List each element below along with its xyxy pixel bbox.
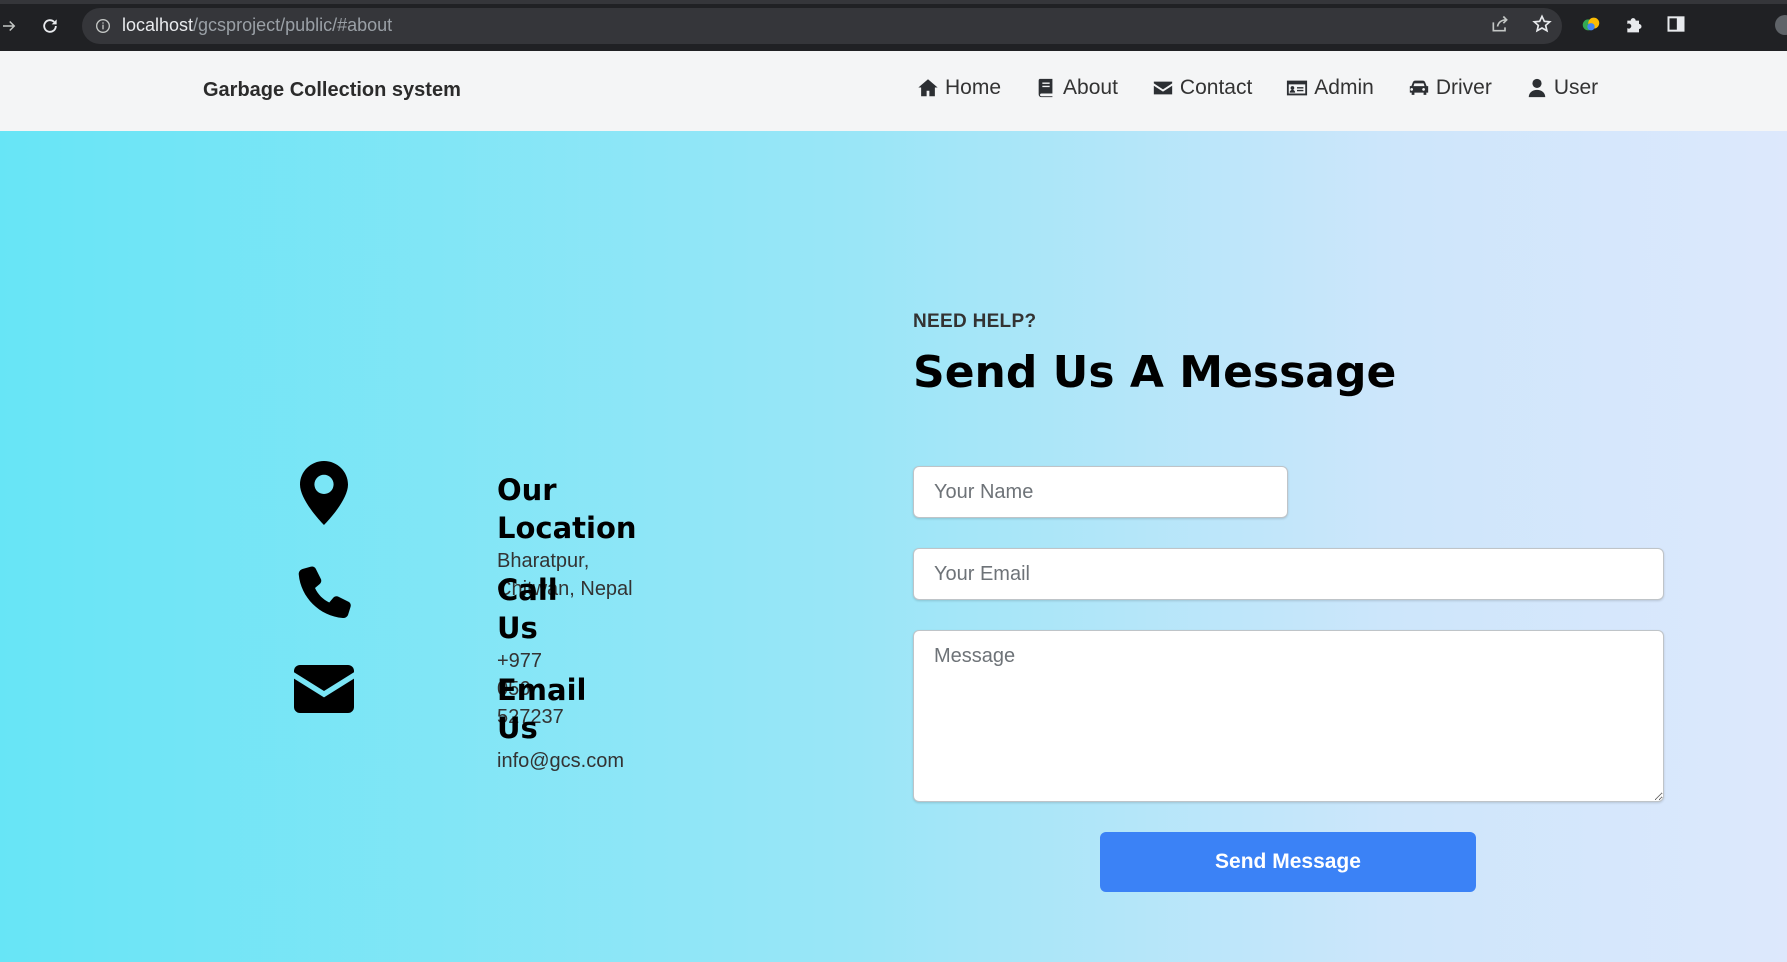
home-icon: [918, 79, 938, 97]
url-text[interactable]: localhost/gcsproject/public/#about: [122, 15, 392, 36]
side-panel-icon[interactable]: [1666, 14, 1686, 38]
nav-item-driver[interactable]: Driver: [1408, 76, 1492, 100]
contact-info-title: Email Us: [497, 673, 587, 745]
form-heading: Send Us A Message: [913, 347, 1397, 398]
bookmark-star-icon[interactable]: [1532, 13, 1552, 38]
tab-strip-edge: [0, 0, 1787, 4]
nav-item-user[interactable]: User: [1526, 76, 1598, 100]
url-host: localhost: [122, 15, 194, 35]
book-icon: [1038, 78, 1053, 98]
nav-item-label: Contact: [1179, 76, 1253, 99]
phone-icon: [298, 566, 351, 619]
nav-item-label: User: [1553, 76, 1599, 99]
site-navbar: Garbage Collection system Home About Con…: [0, 51, 1787, 131]
browser-toolbar: localhost/gcsproject/public/#about: [0, 0, 1787, 51]
profile-avatar[interactable]: [1775, 15, 1787, 35]
message-textarea[interactable]: [913, 630, 1664, 802]
id-card-icon: [1287, 80, 1308, 96]
nav-item-home[interactable]: Home: [917, 76, 1001, 100]
envelope-icon: [294, 665, 354, 713]
location-pin-icon: [300, 461, 348, 525]
brand-title[interactable]: Garbage Collection system: [203, 79, 461, 102]
back-arrow-icon[interactable]: [0, 8, 22, 44]
email-input[interactable]: [913, 548, 1664, 600]
url-path: /gcsproject/public/#about: [193, 15, 393, 35]
contact-info-title: Our Location: [497, 473, 637, 545]
contact-info-title: Call Us: [497, 573, 558, 645]
site-info-icon[interactable]: [94, 17, 112, 35]
extensions-puzzle-icon[interactable]: [1624, 14, 1644, 38]
extension-icon[interactable]: [1580, 13, 1602, 39]
car-icon: [1409, 80, 1428, 95]
address-bar[interactable]: localhost/gcsproject/public/#about: [82, 7, 1562, 44]
share-icon[interactable]: [1490, 14, 1510, 38]
nav-item-label: About: [1063, 76, 1118, 99]
form-eyebrow: NEED HELP?: [913, 311, 1037, 332]
reload-icon[interactable]: [32, 8, 68, 44]
nav-menu: Home About Contact Admin Driver User: [917, 76, 1598, 100]
contact-section: Our Location Bharatpur, Chitwan, Nepal C…: [0, 131, 1787, 962]
nav-item-label: Home: [945, 76, 1002, 99]
nav-item-label: Driver: [1435, 76, 1492, 99]
send-message-button[interactable]: Send Message: [1100, 832, 1476, 892]
user-icon: [1528, 78, 1546, 98]
nav-item-contact[interactable]: Contact: [1152, 76, 1252, 100]
contact-form: NEED HELP? Send Us A Message Send Messag…: [913, 311, 1664, 892]
name-input[interactable]: [913, 466, 1288, 518]
nav-item-about[interactable]: About: [1035, 76, 1118, 100]
nav-item-admin[interactable]: Admin: [1286, 76, 1374, 100]
contact-info-value: info@gcs.com: [497, 750, 625, 772]
envelope-icon: [1153, 81, 1173, 95]
nav-item-label: Admin: [1314, 76, 1374, 99]
